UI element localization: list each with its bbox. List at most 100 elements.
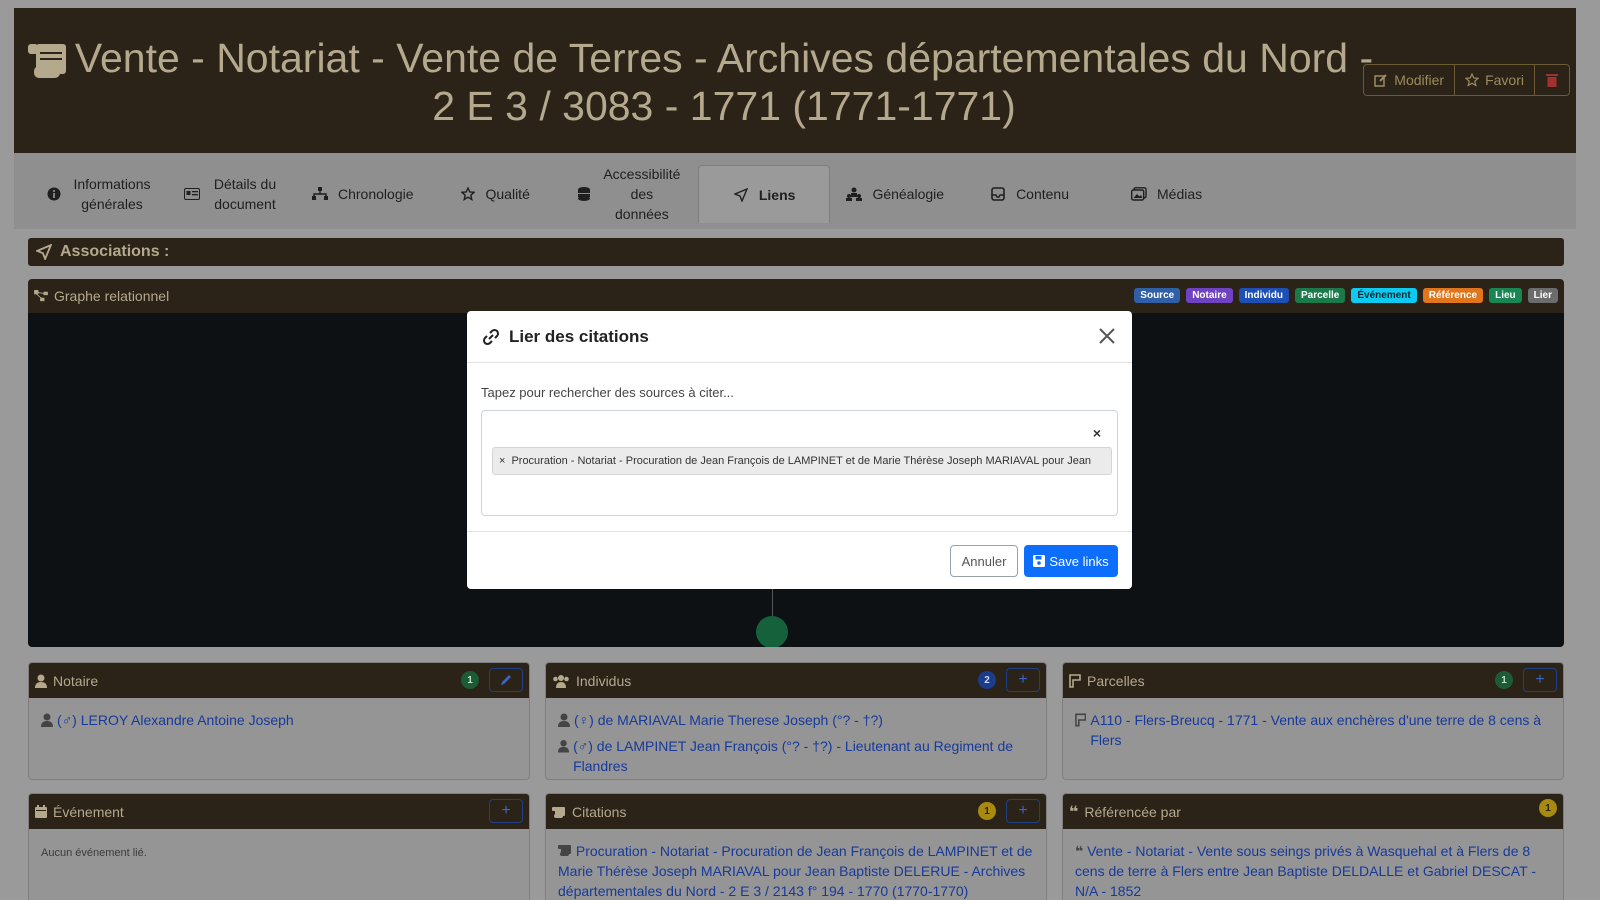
- quote-icon: ❝: [1075, 843, 1084, 859]
- legend-lier: Lier: [1527, 288, 1558, 303]
- individus-header: Individus 2 +: [546, 663, 1046, 698]
- individu-link[interactable]: (♂) de LAMPINET Jean François (°? - †?) …: [573, 736, 1034, 776]
- tab-genealogie[interactable]: Généalogie: [830, 165, 960, 223]
- tab-label: Accessibilité des données: [603, 166, 681, 222]
- favorite-button[interactable]: Favori: [1455, 65, 1535, 95]
- parcelles-header: Parcelles 1 +: [1063, 663, 1563, 698]
- family-tree-icon: [846, 186, 863, 202]
- star-icon: [1465, 73, 1480, 87]
- add-evenement-button[interactable]: +: [489, 799, 523, 823]
- graph-title: Graphe relationnel: [54, 288, 170, 304]
- id-card-icon: [184, 186, 200, 202]
- source-search-select[interactable]: × × Procuration - Notariat - Procuration…: [481, 410, 1118, 516]
- tab-accessibilite[interactable]: Accessibilité des données: [546, 165, 698, 223]
- tab-details-du-document[interactable]: Détails du document: [168, 165, 296, 223]
- legend-source: Source: [1134, 288, 1181, 303]
- tab-label: Informations générales: [73, 176, 151, 212]
- associations-header: Associations :: [28, 238, 1564, 266]
- evenement-title: Événement: [53, 803, 124, 820]
- tab-chronologie[interactable]: Chronologie: [296, 165, 430, 223]
- list-item: A110 - Flers-Breucq - 1771 - Vente aux e…: [1075, 710, 1551, 750]
- flag-icon: [1075, 713, 1087, 727]
- edit-notaire-button[interactable]: [489, 668, 523, 692]
- plus-icon: +: [501, 802, 511, 819]
- legend-evenement: Événement: [1351, 288, 1417, 303]
- send-icon: [36, 244, 52, 260]
- plus-icon: +: [1018, 802, 1028, 819]
- remove-chip-icon[interactable]: ×: [499, 455, 505, 467]
- evenement-card: Événement + Aucun événement lié.: [28, 793, 530, 900]
- delete-button[interactable]: [1535, 65, 1569, 95]
- modify-button[interactable]: Modifier: [1364, 65, 1456, 95]
- notaire-link[interactable]: (♂) LEROY Alexandre Antoine Joseph: [57, 710, 294, 730]
- individus-count: 2: [978, 671, 996, 689]
- tab-label: Chronologie: [338, 186, 414, 202]
- page-header: Vente - Notariat - Vente de Terres - Arc…: [14, 8, 1576, 153]
- selected-source-chip: × Procuration - Notariat - Procuration d…: [492, 447, 1112, 475]
- users-icon: [553, 674, 569, 688]
- individu-link[interactable]: (♀) de MARIAVAL Marie Therese Joseph (°?…: [574, 710, 883, 730]
- parcelle-link[interactable]: A110 - Flers-Breucq - 1771 - Vente aux e…: [1090, 710, 1551, 750]
- legend-individu: Individu: [1238, 288, 1289, 303]
- inbox-icon: [990, 186, 1006, 202]
- referencee-body: ❝ Vente - Notariat - Vente sous seings p…: [1063, 829, 1563, 900]
- referencee-title: Référencée par: [1084, 803, 1181, 820]
- citations-count: 1: [978, 802, 996, 820]
- tab-label: Généalogie: [872, 186, 945, 202]
- legend-parcelle: Parcelle: [1295, 288, 1346, 303]
- save-links-button[interactable]: Save links: [1024, 545, 1118, 577]
- modal-header: Lier des citations: [467, 311, 1132, 363]
- favorite-label: Favori: [1485, 72, 1524, 88]
- referencee-link[interactable]: Vente - Notariat - Vente sous seings pri…: [1075, 843, 1536, 899]
- tab-medias[interactable]: Médias: [1085, 165, 1218, 223]
- edit-icon: [1374, 74, 1388, 87]
- legend-reference: Référence: [1422, 288, 1484, 303]
- citations-header: Citations 1 +: [546, 794, 1046, 829]
- associations-title: Associations :: [60, 243, 170, 260]
- empty-message: Aucun événement lié.: [41, 847, 147, 859]
- pencil-icon: [501, 675, 511, 685]
- citations-body: Procuration - Notariat - Procuration de …: [546, 829, 1046, 900]
- add-citation-button[interactable]: +: [1006, 799, 1040, 823]
- info-icon: [46, 186, 62, 202]
- tabs-area: Informations générales Détails du docume…: [14, 153, 1576, 229]
- tab-qualite[interactable]: Qualité: [430, 165, 546, 223]
- scroll-icon: [28, 44, 66, 78]
- database-icon: [576, 186, 592, 202]
- plus-icon: +: [1018, 671, 1028, 688]
- tab-liens[interactable]: Liens: [697, 165, 831, 223]
- cancel-button[interactable]: Annuler: [950, 545, 1018, 577]
- quote-icon: ❝: [1069, 803, 1079, 821]
- citation-link[interactable]: Procuration - Notariat - Procuration de …: [558, 843, 1032, 899]
- graph-node[interactable]: [756, 616, 788, 647]
- notaire-body: (♂) LEROY Alexandre Antoine Joseph: [29, 698, 529, 742]
- referencee-header: ❝ Référencée par 1: [1063, 794, 1563, 829]
- sitemap-icon: [34, 290, 48, 302]
- tab-label: Qualité: [485, 186, 530, 202]
- list-item: (♂) LEROY Alexandre Antoine Joseph: [41, 710, 517, 730]
- notaire-card: Notaire 1 (♂) LEROY Alexandre Antoine Jo…: [28, 662, 530, 780]
- add-parcelle-button[interactable]: +: [1523, 668, 1557, 692]
- citations-card: Citations 1 + Procuration - Notariat - P…: [545, 793, 1047, 900]
- link-icon: [482, 328, 500, 345]
- list-item: (♂) de LAMPINET Jean François (°? - †?) …: [558, 736, 1034, 776]
- close-icon[interactable]: [1096, 325, 1118, 347]
- tab-informations-generales[interactable]: Informations générales: [30, 165, 168, 223]
- legend-notaire: Notaire: [1186, 288, 1233, 303]
- user-icon: [41, 713, 53, 727]
- search-label: Tapez pour rechercher des sources à cite…: [481, 385, 734, 400]
- modal-body: Tapez pour rechercher des sources à cite…: [467, 363, 1132, 516]
- add-individu-button[interactable]: +: [1006, 668, 1040, 692]
- tab-label: Liens: [758, 186, 796, 203]
- user-icon: [558, 713, 570, 727]
- list-item: Procuration - Notariat - Procuration de …: [558, 841, 1034, 900]
- scroll-icon: [552, 806, 565, 818]
- graph-legend: Source Notaire Individu Parcelle Événeme…: [1134, 288, 1558, 303]
- notaire-header: Notaire 1: [29, 663, 529, 698]
- notaire-count: 1: [461, 671, 479, 689]
- parcelles-count: 1: [1495, 671, 1513, 689]
- list-item: (♀) de MARIAVAL Marie Therese Joseph (°?…: [558, 710, 1034, 730]
- clear-selection-button[interactable]: ×: [1093, 425, 1101, 441]
- individus-title: Individus: [576, 672, 632, 689]
- tab-contenu[interactable]: Contenu: [960, 165, 1085, 223]
